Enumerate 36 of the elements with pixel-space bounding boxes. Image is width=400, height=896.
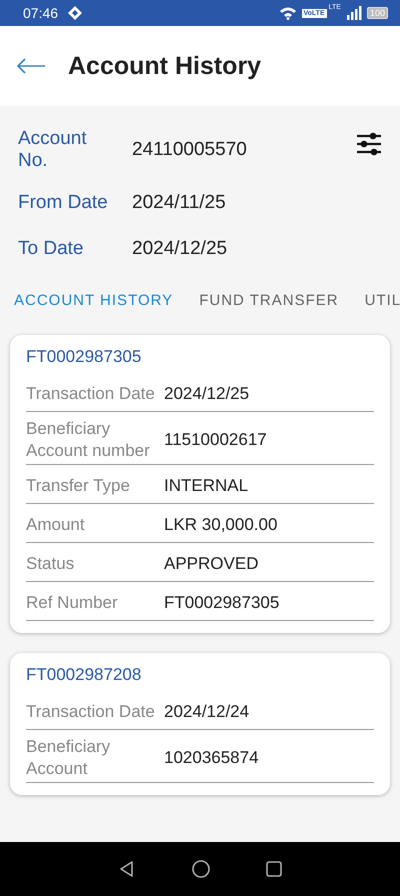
field-label: Beneficiary Account number (26, 418, 151, 462)
page-title: Account History (68, 52, 262, 80)
field-label: From Date (18, 192, 109, 214)
recents-icon[interactable] (265, 860, 283, 878)
field-label: Amount (26, 514, 86, 536)
field-label: Transaction Date (26, 383, 156, 405)
transaction-id[interactable]: FT0002987208 (26, 665, 374, 685)
signal-icon (346, 6, 362, 20)
field-value: 24110005570 (132, 139, 247, 161)
filter-icon[interactable] (356, 132, 382, 156)
field-label: Ref Number (26, 592, 119, 614)
tab[interactable]: ACCOUNT HISTORY (14, 292, 174, 309)
home-icon[interactable] (191, 859, 211, 879)
field-value: INTERNAL (164, 476, 248, 496)
battery-level: 100 (366, 7, 388, 19)
field-value: 2024/12/24 (164, 702, 250, 722)
field-label: Account No. (18, 128, 88, 172)
field-label: To Date (18, 238, 84, 260)
back-arrow-icon[interactable] (16, 57, 46, 75)
field-value: 2024/11/25 (132, 192, 226, 214)
field-label: Status (26, 553, 76, 575)
field-label: Beneficiary Account (26, 736, 112, 780)
tab[interactable]: FUND TRANSFER (199, 292, 339, 309)
status-time: 07:46 (23, 5, 58, 21)
field-value: 2024/12/25 (164, 384, 250, 404)
transaction-id[interactable]: FT0002987305 (26, 347, 374, 367)
field-value: 11510002617 (164, 430, 267, 450)
diamond-logo-icon (67, 5, 84, 21)
field-label: Transaction Date (26, 701, 156, 723)
field-value: 2024/12/25 (132, 238, 228, 260)
wifi-icon (278, 6, 296, 20)
field-value: FT0002987305 (164, 593, 280, 613)
field-value: APPROVED (164, 554, 258, 574)
field-label: Transfer Type (26, 475, 131, 497)
field-value: LKR 30,000.00 (164, 515, 278, 535)
field-value: 1020365874 (164, 748, 259, 768)
